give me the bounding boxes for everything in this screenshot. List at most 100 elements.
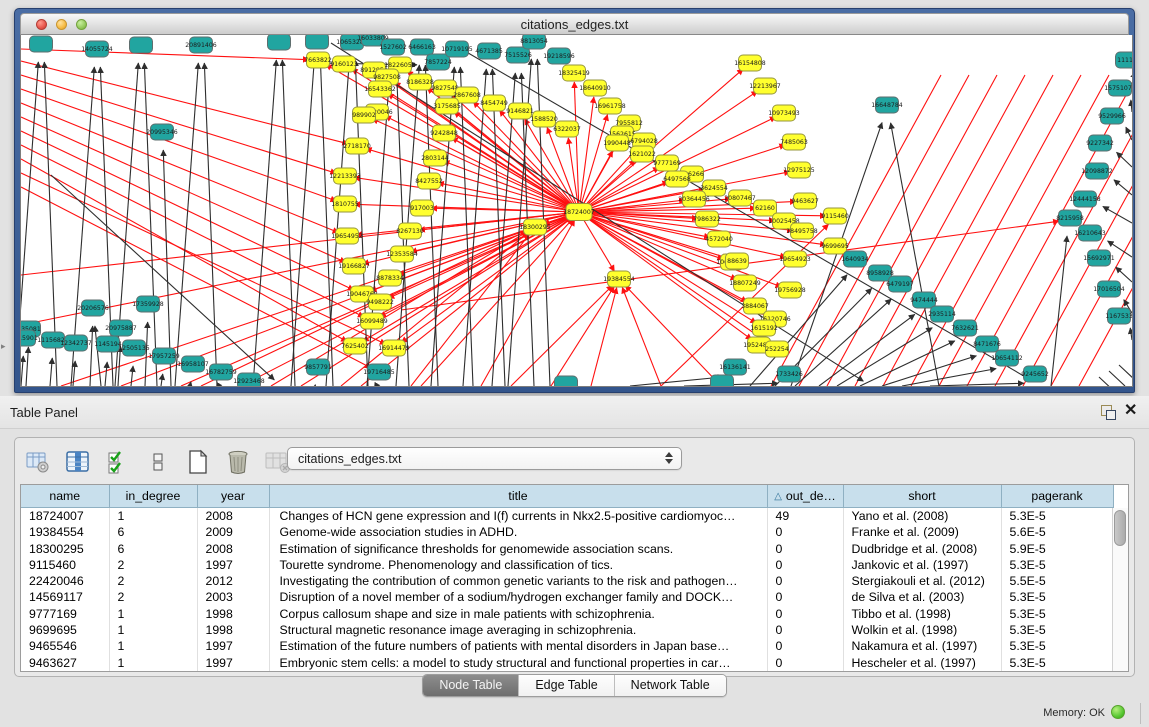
cell-name[interactable]: 18724007 bbox=[21, 508, 109, 525]
cell-pagerank[interactable]: 5.3E-5 bbox=[1001, 606, 1113, 622]
citation-edge[interactable] bbox=[930, 383, 1024, 386]
cell-year[interactable]: 1998 bbox=[197, 622, 269, 638]
citation-edge[interactable] bbox=[21, 103, 339, 233]
cell-name[interactable]: 9465546 bbox=[21, 638, 109, 654]
cell-outdeg[interactable]: 0 bbox=[767, 638, 843, 654]
citation-edge[interactable] bbox=[26, 347, 28, 386]
cell-pagerank[interactable]: 5.3E-5 bbox=[1001, 508, 1113, 525]
cell-indeg[interactable]: 2 bbox=[109, 573, 197, 589]
citation-edge[interactable] bbox=[1126, 127, 1132, 140]
cell-short[interactable]: Wolkin et al. (1998) bbox=[843, 622, 1001, 638]
cell-outdeg[interactable]: 0 bbox=[767, 655, 843, 671]
memory-status-indicator[interactable] bbox=[1111, 705, 1125, 719]
checklist-icon[interactable] bbox=[105, 449, 131, 475]
table-scrollbar-thumb[interactable] bbox=[1114, 510, 1126, 546]
cell-title[interactable]: Tourette syndrome. Phenomenology and cla… bbox=[269, 557, 767, 573]
table-row[interactable]: 1830029562008Estimation of significance … bbox=[21, 541, 1113, 557]
table-row[interactable]: 969969511998Structural magnetic resonanc… bbox=[21, 622, 1113, 638]
cell-title[interactable]: Structural magnetic resonance image aver… bbox=[269, 622, 767, 638]
column-header-short[interactable]: short bbox=[843, 485, 1001, 508]
table-row[interactable]: 1872400712008Changes of HCN gene express… bbox=[21, 508, 1113, 525]
citation-edge[interactable] bbox=[21, 145, 364, 317]
delete-icon[interactable] bbox=[225, 449, 251, 475]
cell-indeg[interactable]: 1 bbox=[109, 638, 197, 654]
cell-short[interactable]: Hescheler et al. (1997) bbox=[843, 655, 1001, 671]
table-row[interactable]: 946362711997Embryonic stem cells: a mode… bbox=[21, 655, 1113, 671]
citation-edge[interactable] bbox=[799, 75, 969, 386]
cell-short[interactable]: Jankovic et al. (1997) bbox=[843, 557, 1001, 573]
network-node[interactable] bbox=[555, 376, 578, 386]
network-node[interactable] bbox=[711, 375, 734, 386]
table-scrollbar[interactable] bbox=[1112, 508, 1128, 672]
table-row[interactable]: 911546021997Tourette syndrome. Phenomeno… bbox=[21, 557, 1113, 573]
citation-edge[interactable] bbox=[21, 356, 23, 386]
cell-short[interactable]: de Silva et al. (2003) bbox=[843, 589, 1001, 605]
cell-name[interactable]: 9115460 bbox=[21, 557, 109, 573]
citation-edge[interactable] bbox=[95, 326, 101, 386]
cell-year[interactable]: 1997 bbox=[197, 638, 269, 654]
cell-title[interactable]: Embryonic stem cells: a model to study s… bbox=[269, 655, 767, 671]
cell-name[interactable]: 9463627 bbox=[21, 655, 109, 671]
cell-indeg[interactable]: 1 bbox=[109, 606, 197, 622]
cell-title[interactable]: Investigating the contribution of common… bbox=[269, 573, 767, 589]
citation-edge[interactable] bbox=[401, 212, 579, 343]
column-header-indegree[interactable]: in_degree bbox=[109, 485, 197, 508]
cell-pagerank[interactable]: 5.6E-5 bbox=[1001, 524, 1113, 540]
citation-edge[interactable] bbox=[253, 60, 276, 386]
cell-name[interactable]: 18300295 bbox=[21, 541, 109, 557]
column-header-name[interactable]: name bbox=[21, 485, 109, 508]
citation-edge[interactable] bbox=[21, 75, 336, 173]
citation-edge[interactable] bbox=[131, 366, 133, 386]
cell-name[interactable]: 19384554 bbox=[21, 524, 109, 540]
citation-edge[interactable] bbox=[883, 75, 1053, 386]
tab-node-table[interactable]: Node Table bbox=[423, 675, 519, 696]
citation-edge[interactable] bbox=[73, 361, 75, 386]
column-header-pagerank[interactable]: pagerank bbox=[1001, 485, 1113, 508]
cell-indeg[interactable]: 1 bbox=[109, 508, 197, 525]
network-node[interactable] bbox=[268, 35, 291, 50]
cell-name[interactable]: 22420046 bbox=[21, 573, 109, 589]
citation-edge[interactable] bbox=[1131, 100, 1132, 112]
citation-edge[interactable] bbox=[630, 377, 724, 386]
network-node[interactable] bbox=[306, 35, 329, 49]
citation-edge[interactable] bbox=[326, 60, 349, 386]
new-document-icon[interactable] bbox=[185, 449, 211, 475]
citation-edge[interactable] bbox=[511, 285, 613, 386]
cell-short[interactable]: Franke et al. (2009) bbox=[843, 524, 1001, 540]
table-row[interactable]: 1938455462009Genome-wide association stu… bbox=[21, 524, 1113, 540]
network-canvas[interactable]: 1405572420891406106532871603380915276026… bbox=[21, 35, 1132, 386]
cell-title[interactable]: Changes of HCN gene expression and I(f) … bbox=[269, 508, 767, 525]
table-row[interactable]: 946554611997Estimation of the future num… bbox=[21, 638, 1113, 654]
cell-name[interactable]: 14569117 bbox=[21, 589, 109, 605]
citation-edge[interactable] bbox=[50, 358, 52, 386]
table-row[interactable]: 1456911722003Disruption of a novel membe… bbox=[21, 589, 1113, 605]
cell-indeg[interactable]: 2 bbox=[109, 557, 197, 573]
column-header-outde[interactable]: △out_de… bbox=[767, 485, 843, 508]
citation-edge[interactable] bbox=[827, 75, 997, 386]
citation-edge[interactable] bbox=[891, 123, 939, 386]
citation-edge[interactable] bbox=[1116, 267, 1132, 282]
cell-outdeg[interactable]: 0 bbox=[767, 557, 843, 573]
cell-short[interactable]: Stergiakouli et al. (2012) bbox=[843, 573, 1001, 589]
cell-indeg[interactable]: 6 bbox=[109, 541, 197, 557]
cell-name[interactable]: 9699695 bbox=[21, 622, 109, 638]
cell-outdeg[interactable]: 0 bbox=[767, 606, 843, 622]
select-columns-icon[interactable] bbox=[65, 449, 91, 475]
cell-title[interactable]: Estimation of the future numbers of pati… bbox=[269, 638, 767, 654]
citation-edge[interactable] bbox=[320, 59, 333, 386]
cell-outdeg[interactable]: 0 bbox=[767, 622, 843, 638]
cell-pagerank[interactable]: 5.3E-5 bbox=[1001, 589, 1113, 605]
citation-edge[interactable] bbox=[201, 231, 527, 386]
column-header-title[interactable]: title bbox=[269, 485, 767, 508]
panel-collapse-arrow[interactable]: ▸ bbox=[1, 341, 6, 352]
citation-edge[interactable] bbox=[372, 119, 579, 212]
cell-outdeg[interactable]: 0 bbox=[767, 524, 843, 540]
citation-edge[interactable] bbox=[21, 117, 346, 262]
cell-indeg[interactable]: 1 bbox=[109, 655, 197, 671]
cell-title[interactable]: Estimation of significance thresholds fo… bbox=[269, 541, 767, 557]
citation-edge[interactable] bbox=[819, 314, 915, 386]
cell-short[interactable]: Tibbo et al. (1998) bbox=[843, 606, 1001, 622]
citation-edge[interactable] bbox=[21, 61, 348, 144]
cell-pagerank[interactable]: 5.5E-5 bbox=[1001, 573, 1113, 589]
cell-short[interactable]: Dudbridge et al. (2008) bbox=[843, 541, 1001, 557]
